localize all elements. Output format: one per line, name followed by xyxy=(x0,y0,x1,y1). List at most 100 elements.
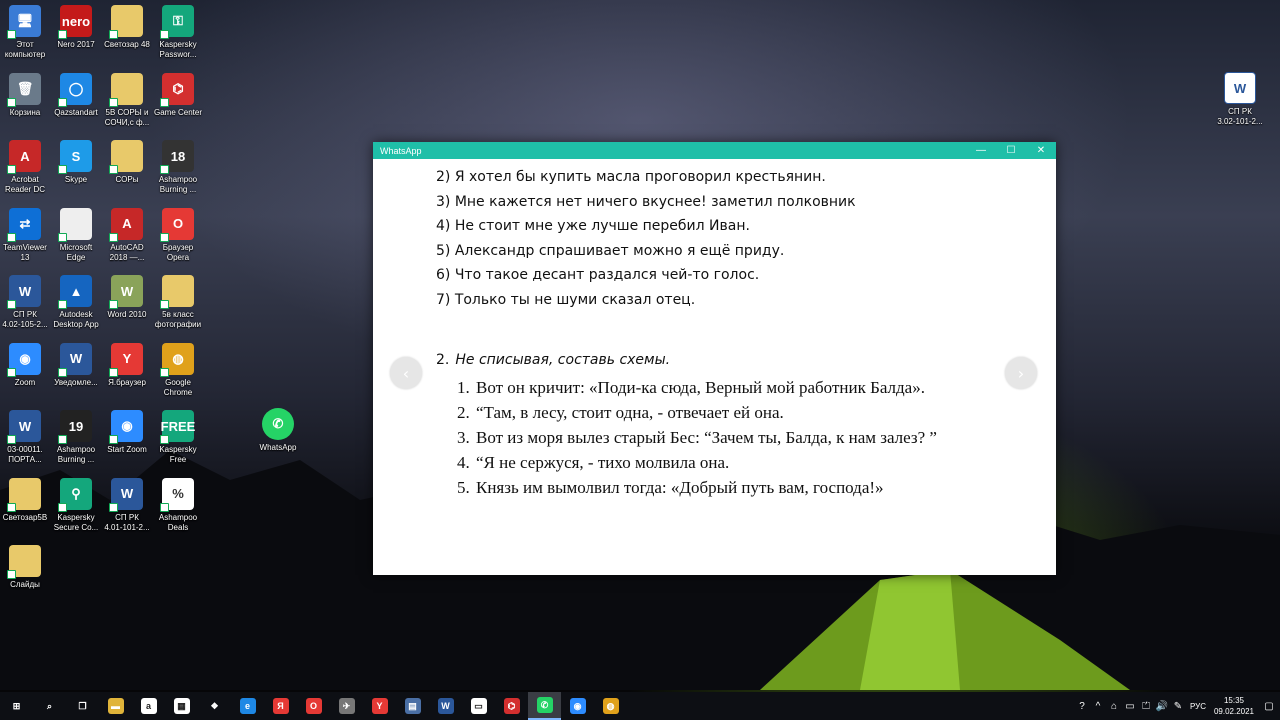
previous-image-button[interactable]: ‹ xyxy=(390,357,422,389)
sentence-line: 1. Вот он кричит: «Поди-ка сюда, Верный м… xyxy=(457,375,987,400)
sentence-line: 5. Князь им вымолвил тогда: «Добрый путь … xyxy=(457,475,987,500)
shortcut-arrow-icon xyxy=(109,165,118,174)
window-title: WhatsApp xyxy=(380,145,422,156)
volume-icon[interactable]: 🔊 xyxy=(1154,701,1170,712)
start-icon: ⊞ xyxy=(12,700,21,711)
notepad-icon: ▭ xyxy=(470,698,487,714)
sentence-line: 7) Только ты не шуми сказал отец. xyxy=(436,291,696,308)
desktop-icon[interactable]: Слайды xyxy=(0,545,55,609)
app-icon xyxy=(7,477,41,512)
desktop-icon[interactable]: O Браузер Opera xyxy=(148,207,208,272)
taskbar-task-view-button[interactable]: ❐ xyxy=(66,692,99,720)
desktop-icon[interactable]: % Ashampoo Deals xyxy=(148,477,208,542)
network-icon[interactable]: ⌂ xyxy=(1106,701,1122,712)
desktop-icon-label: Kaspersky Free xyxy=(159,445,197,464)
shortcut-arrow-icon xyxy=(7,367,16,377)
task-view-icon: ❐ xyxy=(78,700,87,711)
desktop-icon[interactable]: ⚿ Kaspersky Passwor... xyxy=(148,5,208,69)
taskbar-network-app-button[interactable]: ✈ xyxy=(330,692,363,720)
search-icon: ⌕ xyxy=(46,700,53,711)
shortcut-arrow-icon xyxy=(160,97,169,107)
sentence-number: 4. xyxy=(457,453,470,472)
desktop-icon-label: Браузер Opera xyxy=(162,242,194,262)
taskbar-edge-button[interactable]: e xyxy=(231,692,264,720)
taskbar-yandex-browser-button[interactable]: Y xyxy=(363,692,396,720)
sentence-number: 3. xyxy=(457,428,470,447)
exercise-2-heading: 2. Не списывая, составь схемы. xyxy=(436,352,670,368)
desktop-icon-whatsapp[interactable]: ✆ WhatsApp xyxy=(248,408,308,472)
taskbar-start-button[interactable]: ⊞ xyxy=(0,692,33,720)
shortcut-arrow-icon xyxy=(109,300,118,309)
shortcut-arrow-icon xyxy=(58,502,67,512)
taskbar-amazon-button[interactable]: a xyxy=(132,692,165,720)
desktop-icon[interactable]: ◍ Google Chrome xyxy=(148,342,208,407)
taskbar-yandex-disk-button[interactable]: Я xyxy=(264,692,297,720)
exercise-2-list: 1. Вот он кричит: «Поди-ка сюда, Верный м… xyxy=(457,375,987,500)
app-icon: ⚿ xyxy=(160,5,194,39)
desktop-icon-label: СП РК 3.02-101-2... xyxy=(1217,107,1263,126)
taskbar-opera-button[interactable]: O xyxy=(297,692,330,720)
shortcut-arrow-icon xyxy=(160,367,169,377)
shortcut-arrow-icon xyxy=(109,232,118,242)
taskbar-search-button[interactable]: ⌕ xyxy=(33,692,66,720)
app-icon: W xyxy=(109,477,143,512)
taskbar-notepad-button[interactable]: ▭ xyxy=(462,692,495,720)
battery-icon[interactable]: ▭ xyxy=(1122,701,1138,712)
show-hidden-icons-icon[interactable]: ^ xyxy=(1090,701,1106,712)
sentence-number: 5. xyxy=(457,478,470,497)
taskbar-explorer-button[interactable]: ▬ xyxy=(99,692,132,720)
calculator-icon: ▤ xyxy=(404,698,421,714)
whatsapp-icon: ✆ xyxy=(536,697,553,713)
app-icon xyxy=(109,140,143,174)
taskbar-dropbox-button[interactable]: ❖ xyxy=(198,692,231,720)
shortcut-arrow-icon xyxy=(160,502,169,512)
pen-icon[interactable]: ✎ xyxy=(1170,701,1186,712)
taskbar-word-button[interactable]: W xyxy=(429,692,462,720)
shortcut-arrow-icon xyxy=(7,300,16,309)
notifications-icon[interactable]: ▢ xyxy=(1258,701,1280,712)
next-image-button[interactable]: › xyxy=(1005,357,1037,389)
shortcut-arrow-icon xyxy=(7,30,16,39)
app-icon: ▲ xyxy=(58,275,92,309)
app-icon xyxy=(109,5,143,39)
sentence-line: 4) Не стоит мне уже лучше перебил Иван. xyxy=(436,218,750,234)
shortcut-arrow-icon xyxy=(160,165,169,174)
taskbar-whatsapp-button[interactable]: ✆ xyxy=(528,692,561,720)
shortcut-arrow-icon xyxy=(109,367,118,377)
desktop-icon[interactable]: 18 Ashampoo Burning ... xyxy=(148,140,208,204)
desktop-icon[interactable]: ⌬ Game Center xyxy=(148,72,208,137)
taskbar-zoom-button[interactable]: ◉ xyxy=(561,692,594,720)
taskbar-game-center-button[interactable]: ⌬ xyxy=(495,692,528,720)
taskbar-calculator-button[interactable]: ▤ xyxy=(396,692,429,720)
maximize-icon[interactable]: ☐ xyxy=(996,142,1026,159)
app-icon: ◍ xyxy=(160,342,194,377)
display-icon[interactable]: ⏍ xyxy=(1138,701,1154,712)
chevron-right-icon: › xyxy=(1017,363,1025,383)
app-icon: 19 xyxy=(58,410,92,444)
taskbar-store-button[interactable]: ▦ xyxy=(165,692,198,720)
window-titlebar[interactable]: WhatsApp — ☐ ✕ xyxy=(373,142,1056,159)
app-icon xyxy=(58,207,92,242)
help-icon[interactable]: ? xyxy=(1074,701,1090,712)
language-indicator[interactable]: РУС xyxy=(1186,702,1210,711)
shortcut-arrow-icon xyxy=(160,30,169,39)
clock[interactable]: 15:35 09.02.2021 xyxy=(1210,695,1258,717)
app-icon: % xyxy=(160,477,194,512)
app-icon: A xyxy=(109,207,143,242)
exercise-2-instruction: Не списывая, составь схемы. xyxy=(455,352,671,368)
close-icon[interactable]: ✕ xyxy=(1026,142,1056,159)
app-icon: ◉ xyxy=(109,410,143,444)
taskbar-chrome-button[interactable]: ◍ xyxy=(594,692,627,720)
shortcut-arrow-icon xyxy=(58,435,67,444)
desktop-icon[interactable]: FREE Kaspersky Free xyxy=(148,410,208,474)
app-icon: W xyxy=(109,275,143,309)
minimize-icon[interactable]: — xyxy=(966,142,996,159)
sentence-line: 3) Мне кажется нет ничего вкуснее! замет… xyxy=(436,193,856,210)
desktop-icon[interactable]: 5в класс фотографии xyxy=(148,275,208,339)
sentence-line: 2) Я хотел бы купить масла проговорил кр… xyxy=(436,169,826,185)
app-icon: ⌬ xyxy=(160,72,194,107)
desktop-icon-label: Google Chrome xyxy=(163,377,193,397)
system-tray: ? ^ ⌂ ▭ ⏍ 🔊 ✎ РУС 15:35 09.02.2021 ▢ xyxy=(1074,692,1280,720)
desktop-icon-sp-rk-3-02[interactable]: W СП РК 3.02-101-2... xyxy=(1210,72,1270,136)
app-icon: W xyxy=(7,410,41,444)
